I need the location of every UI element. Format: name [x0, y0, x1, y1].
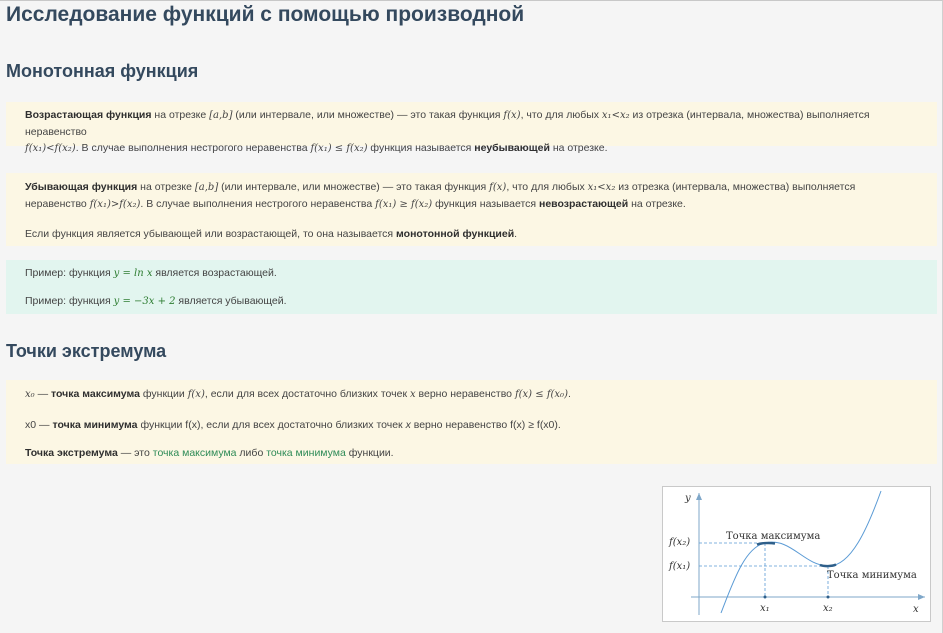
examples-box: Пример: функция y = ln x является возрас… — [6, 260, 937, 314]
link-min-point[interactable]: точка минимума — [266, 447, 346, 459]
formula-ln: y = ln x — [113, 268, 153, 279]
text: является возрастающей. — [152, 267, 277, 279]
text: на отрезке. — [549, 142, 608, 154]
x1-label: x₁ — [760, 603, 770, 614]
text: функция называется — [367, 142, 475, 154]
formula-inequality: f(x₁)<f(x₂) — [25, 143, 76, 154]
text: , что для любых — [520, 109, 602, 121]
text: , если для всех достаточно близких точек — [204, 388, 410, 400]
text: . — [557, 419, 561, 431]
formula-fx: f(x) — [489, 182, 507, 193]
fx1-label: f(x₁) — [668, 561, 690, 572]
text: . В случае выполнения нестрогого неравен… — [75, 142, 311, 154]
max-point-label: Точка максимума — [726, 531, 820, 542]
max-highlight — [756, 541, 776, 546]
formula-max-ineq: f(x) ≤ f(x₀) — [514, 389, 568, 400]
text: верно неравенство — [410, 419, 511, 431]
min-definition: x0 — точка минимума функции f(x), если д… — [25, 417, 923, 433]
text: функции — [139, 388, 188, 400]
x-axis-arrow — [918, 594, 925, 600]
formula-min-ineq: f(x) ≥ f(x0) — [510, 419, 558, 431]
text: Пример: функция — [25, 295, 114, 307]
link-max-point[interactable]: точка максимума — [153, 447, 237, 459]
formula-segment: [a,b] — [194, 182, 219, 193]
min-point-label: Точка минимума — [827, 570, 917, 581]
text: (или интервале, или множестве) — это так… — [232, 109, 504, 121]
formula-linear: y = −3x + 2 — [113, 296, 176, 307]
formula-inequality-nonstrict: f(x₁) ≥ f(x₂) — [375, 199, 433, 210]
text: Пример: функция — [25, 267, 114, 279]
formula-fx: f(x) — [187, 389, 205, 400]
text: . — [567, 388, 571, 400]
text: , если для всех достаточно близких точек — [200, 419, 406, 431]
text: функции. — [345, 447, 394, 459]
text: — — [34, 388, 51, 400]
section-heading-extremum: Точки экстремума — [6, 341, 167, 361]
definition-increasing: Возрастающая функция на отрезке [a,b] (и… — [6, 102, 937, 154]
text: из отрезка (интервала, множества) выполн… — [615, 181, 856, 193]
term-extremum: Точка экстремума — [25, 447, 118, 459]
max-definition: x₀ — точка максимума функции f(x), если … — [25, 386, 923, 403]
example-increasing: Пример: функция y = ln x является возрас… — [25, 265, 923, 282]
term-increasing: Возрастающая функция — [25, 109, 152, 121]
formula-fx: f(x) — [503, 110, 521, 121]
function-curve — [720, 490, 882, 614]
text: функции — [137, 419, 186, 431]
formula-fx: f(x) — [185, 419, 201, 431]
text: на отрезке. — [628, 198, 686, 210]
formula-inequality-nonstrict: f(x₁) ≤ f(x₂) — [310, 143, 368, 154]
text: — это — [117, 447, 153, 459]
text: Если функция является убывающей или возр… — [25, 228, 397, 240]
text: функция называется — [432, 198, 539, 210]
formula-segment: [a,b] — [209, 110, 233, 121]
page-title: Исследование функций с помощью производн… — [6, 3, 525, 26]
text: . — [514, 228, 518, 240]
formula-x0: x0 — [25, 419, 37, 431]
text: . В случае выполнения нестрогого неравен… — [140, 198, 376, 210]
fx2-label: f(x₂) — [668, 537, 690, 548]
term-decreasing: Убывающая функция — [25, 181, 138, 193]
text: , что для любых — [506, 181, 588, 193]
term-nondecreasing: неубывающей — [474, 142, 550, 154]
monotone-note: Если функция является убывающей или возр… — [25, 226, 923, 242]
text: на отрезке — [151, 109, 210, 121]
term-min: точка минимума — [52, 419, 138, 431]
extremum-definition: Точка экстремума — это точка максимума л… — [25, 445, 923, 461]
y-axis-arrow — [696, 493, 702, 500]
text: является убывающей. — [175, 295, 287, 307]
definition-decreasing: Убывающая функция на отрезке [a,b] (или … — [6, 173, 937, 246]
x2-label: x₂ — [823, 603, 833, 614]
y-axis-label: y — [684, 493, 691, 504]
formula-x0: x₀ — [25, 389, 35, 400]
definition-extremum: x₀ — точка максимума функции f(x), если … — [6, 380, 937, 464]
tick-x2 — [826, 595, 830, 599]
formula-condition: x₁<x₂ — [587, 182, 616, 193]
formula-inequality: f(x₁)>f(x₂) — [89, 199, 141, 210]
text: — — [36, 419, 53, 431]
text: верно неравенство — [415, 388, 515, 400]
text: либо — [236, 447, 267, 459]
extremum-graph: y x f(x₂) f(x₁) x₁ x₂ Точка максимума То… — [668, 490, 925, 615]
text: на отрезке — [137, 181, 195, 193]
text: (или интервале, или множестве) — это так… — [218, 181, 490, 193]
example-decreasing: Пример: функция y = −3x + 2 является убы… — [25, 293, 923, 310]
text: неравенство — [25, 198, 90, 210]
section-heading-monotone: Монотонная функция — [6, 61, 199, 81]
x-axis-label: x — [913, 604, 919, 615]
tick-x1 — [763, 595, 767, 599]
term-monotone: монотонной функцией — [396, 228, 515, 240]
formula-condition: x₁<x₂ — [601, 110, 630, 121]
extremum-figure: y x f(x₂) f(x₁) x₁ x₂ Точка максимума То… — [662, 486, 931, 622]
term-max: точка максимума — [51, 388, 140, 400]
term-nonincreasing: невозрастающей — [538, 198, 629, 210]
min-highlight — [819, 563, 837, 568]
